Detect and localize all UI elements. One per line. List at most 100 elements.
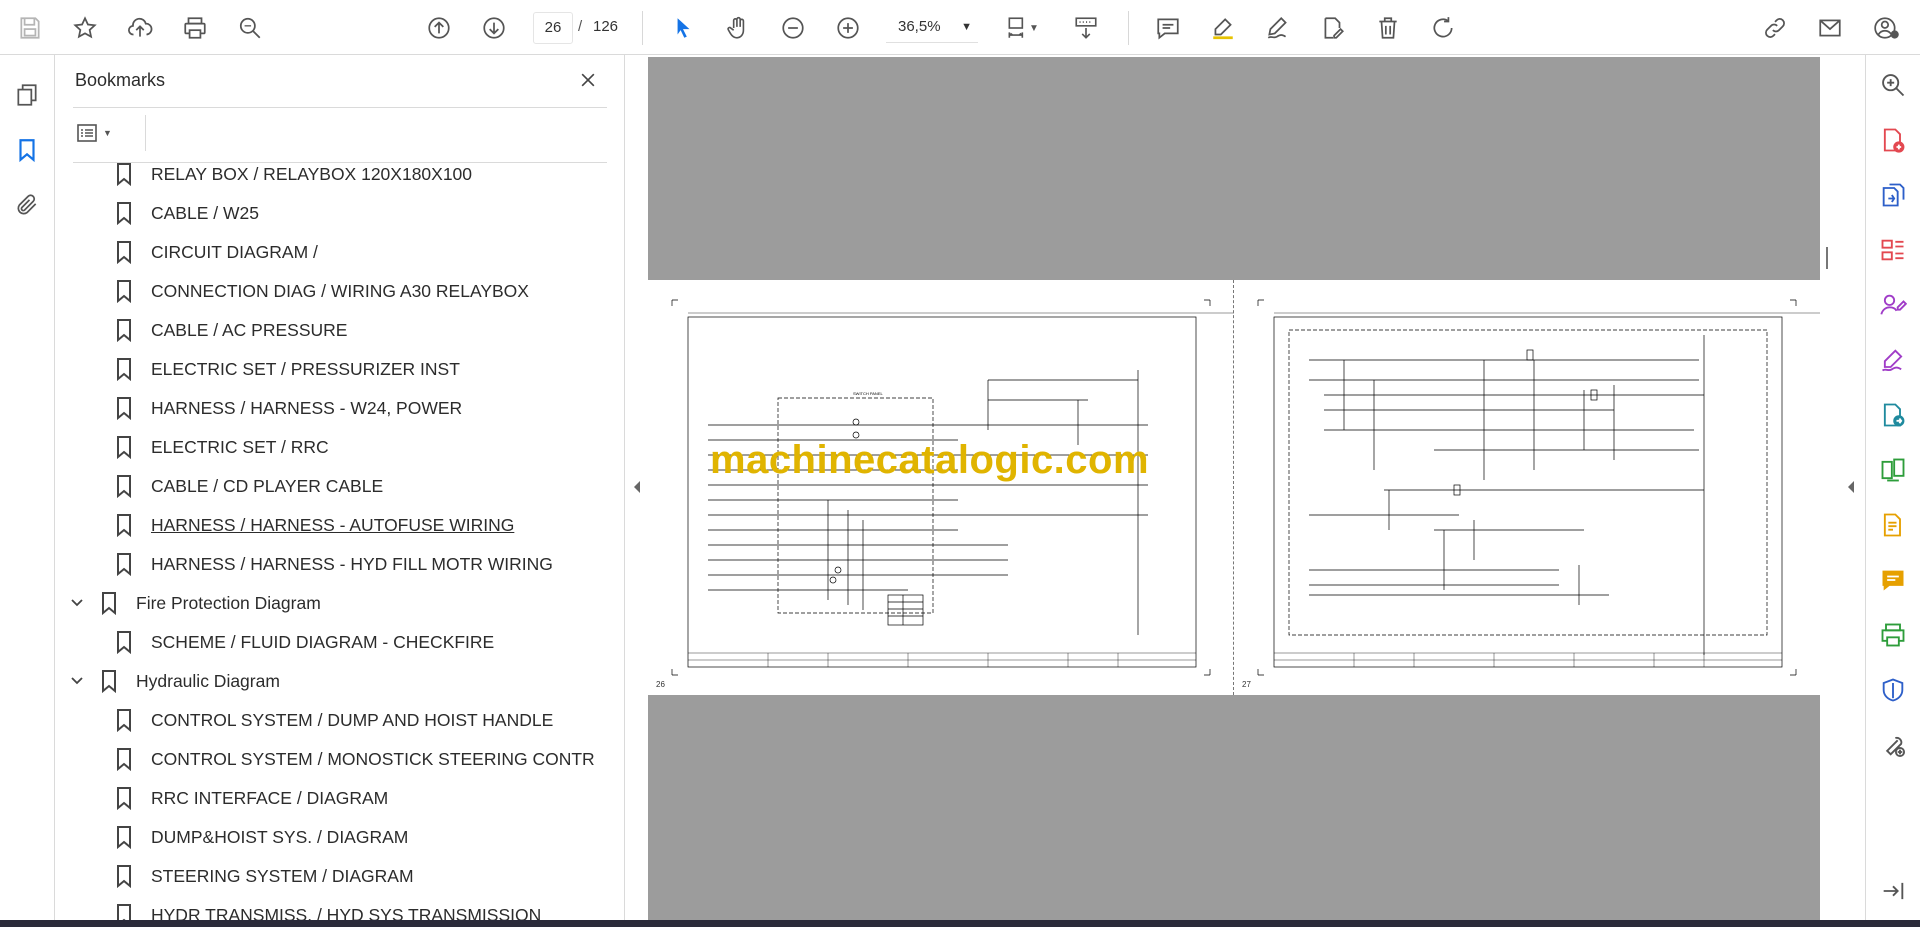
- bookmark-icon: [117, 475, 131, 498]
- star-icon[interactable]: [67, 10, 103, 46]
- find-icon[interactable]: [232, 10, 268, 46]
- print-production-icon[interactable]: [1875, 617, 1911, 653]
- document-scrollbar[interactable]: [1820, 57, 1836, 920]
- protect-icon[interactable]: [1875, 672, 1911, 708]
- zoom-in-icon[interactable]: [830, 10, 866, 46]
- zoom-select[interactable]: 36,5% ▼: [886, 12, 978, 43]
- bookmark-item[interactable]: ELECTRIC SET / PRESSURIZER INST: [115, 350, 460, 388]
- bookmark-item[interactable]: CONTROL SYSTEM / MONOSTICK STEERING CONT…: [115, 740, 595, 778]
- bookmark-label: CIRCUIT DIAGRAM /: [151, 241, 318, 262]
- scrollbar-thumb[interactable]: [1826, 247, 1828, 269]
- draw-icon[interactable]: [1260, 10, 1296, 46]
- zoom-out-icon[interactable]: [775, 10, 811, 46]
- bookmark-item[interactable]: CABLE / W25: [115, 194, 259, 232]
- bookmark-label: CABLE / W25: [151, 202, 259, 223]
- bookmark-label: CABLE / AC PRESSURE: [151, 319, 348, 340]
- bookmark-label: ELECTRIC SET / PRESSURIZER INST: [151, 358, 460, 379]
- bookmark-label: HARNESS / HARNESS - AUTOFUSE WIRING: [151, 514, 515, 535]
- bookmark-item[interactable]: CONTROL SYSTEM / DUMP AND HOIST HANDLE: [115, 701, 553, 739]
- bookmark-label: HARNESS / HARNESS - W24, POWER: [151, 397, 463, 418]
- right-page-number: 27: [1242, 680, 1251, 689]
- edit-pdf-icon[interactable]: [1875, 507, 1911, 543]
- upload-icon[interactable]: [122, 10, 158, 46]
- mail-icon[interactable]: [1812, 10, 1848, 46]
- right-page: 27: [1234, 280, 1820, 695]
- page-total: 126: [593, 18, 619, 35]
- bookmark-item[interactable]: RELAY BOX / RELAYBOX 120X180X100: [115, 163, 472, 193]
- bookmarks-panel: Bookmarks ▼ RELAY BOX / RELAYBOX 120X180…: [55, 55, 653, 920]
- bookmark-group[interactable]: Fire Protection Diagram: [71, 584, 321, 622]
- bookmark-item[interactable]: HARNESS / HARNESS - HYD FILL MOTR WIRING: [115, 545, 553, 583]
- request-signature-icon[interactable]: [1875, 342, 1911, 378]
- rotate-icon[interactable]: [1425, 10, 1461, 46]
- main-toolbar: 26 / 126 36,5% ▼ ▼: [0, 0, 1920, 55]
- next-page-icon[interactable]: [476, 10, 512, 46]
- bookmark-item[interactable]: CABLE / CD PLAYER CABLE: [115, 467, 383, 505]
- chevron-down-icon[interactable]: [70, 674, 84, 688]
- organize-pages-icon[interactable]: [1875, 232, 1911, 268]
- bookmark-item[interactable]: DUMP&HOIST SYS. / DIAGRAM: [115, 818, 408, 856]
- options-divider: [145, 115, 146, 151]
- bookmark-icon: [117, 280, 131, 303]
- bookmark-icon: [117, 241, 131, 264]
- prev-page-icon[interactable]: [421, 10, 457, 46]
- bookmark-label: CABLE / CD PLAYER CABLE: [151, 475, 384, 496]
- chevron-down-icon[interactable]: ▼: [1024, 10, 1044, 46]
- bookmark-item[interactable]: CABLE / AC PRESSURE: [115, 311, 347, 349]
- account-icon[interactable]: [1868, 10, 1904, 46]
- bookmark-options-button[interactable]: ▼: [75, 119, 121, 147]
- bookmark-list: RELAY BOX / RELAYBOX 120X180X100 CABLE / …: [55, 163, 595, 920]
- highlight-icon[interactable]: [1205, 10, 1241, 46]
- bookmark-label: RRC INTERFACE / DIAGRAM: [151, 787, 389, 808]
- bookmark-icon[interactable]: [9, 132, 45, 168]
- zoom-search-icon[interactable]: [1875, 67, 1911, 103]
- bookmark-icon: [117, 319, 131, 342]
- compare-icon[interactable]: [1875, 452, 1911, 488]
- delete-icon[interactable]: [1370, 10, 1406, 46]
- schematic-diagram-left: SWITCH PANEL: [671, 299, 1234, 676]
- right-tools-rail: [1865, 55, 1920, 920]
- bookmark-item[interactable]: CONNECTION DIAG / WIRING A30 RELAYBOX: [115, 272, 529, 310]
- link-icon[interactable]: [1757, 10, 1793, 46]
- fill-sign-icon[interactable]: [1875, 287, 1911, 323]
- send-for-review-icon[interactable]: [1875, 397, 1911, 433]
- bookmark-label: SCHEME / FLUID DIAGRAM - CHECKFIRE: [151, 631, 495, 652]
- collapse-left-icon[interactable]: [631, 480, 643, 494]
- expand-icon[interactable]: [1875, 873, 1911, 909]
- bookmark-item[interactable]: SCHEME / FLUID DIAGRAM - CHECKFIRE: [115, 623, 494, 661]
- bookmark-label: CONNECTION DIAG / WIRING A30 RELAYBOX: [151, 280, 529, 301]
- bookmark-item[interactable]: ELECTRIC SET / RRC: [115, 428, 329, 466]
- bookmark-icon: [117, 865, 131, 888]
- page-separator: /: [578, 18, 583, 35]
- hand-icon[interactable]: [720, 10, 756, 46]
- bookmark-item[interactable]: HYDR TRANSMISS. / HYD SYS TRANSMISSION: [115, 896, 541, 920]
- print-icon[interactable]: [177, 10, 213, 46]
- comment-icon[interactable]: [1150, 10, 1186, 46]
- pages-icon[interactable]: [9, 77, 45, 113]
- bookmark-item[interactable]: STEERING SYSTEM / DIAGRAM: [115, 857, 414, 895]
- page-number-input[interactable]: 26: [533, 12, 573, 44]
- save-icon[interactable]: [12, 10, 48, 46]
- create-pdf-icon[interactable]: [1875, 122, 1911, 158]
- panel-divider: [73, 107, 607, 108]
- comment-tool-icon[interactable]: [1875, 562, 1911, 598]
- bookmark-icon: [117, 826, 131, 849]
- bookmark-icon: [102, 592, 116, 615]
- bookmark-item[interactable]: CIRCUIT DIAGRAM /: [115, 233, 318, 271]
- bookmark-item[interactable]: HARNESS / HARNESS - W24, POWER: [115, 389, 462, 427]
- bookmark-group[interactable]: Hydraulic Diagram: [71, 662, 280, 700]
- export-pdf-icon[interactable]: [1875, 177, 1911, 213]
- scroll-mode-icon[interactable]: [1068, 10, 1104, 46]
- more-tools-icon[interactable]: [1875, 727, 1911, 763]
- bookmark-item[interactable]: HARNESS / HARNESS - AUTOFUSE WIRING: [115, 506, 514, 544]
- close-icon[interactable]: [575, 67, 601, 93]
- select-arrow-icon[interactable]: [665, 10, 701, 46]
- expand-right-icon[interactable]: [1845, 480, 1857, 494]
- bookmark-icon: [117, 436, 131, 459]
- edit-text-icon[interactable]: [1315, 10, 1351, 46]
- attachment-icon[interactable]: [9, 187, 45, 223]
- chevron-down-icon[interactable]: [70, 596, 84, 610]
- bookmark-icon: [117, 514, 131, 537]
- chevron-down-icon: ▼: [961, 21, 972, 33]
- bookmark-item[interactable]: RRC INTERFACE / DIAGRAM: [115, 779, 388, 817]
